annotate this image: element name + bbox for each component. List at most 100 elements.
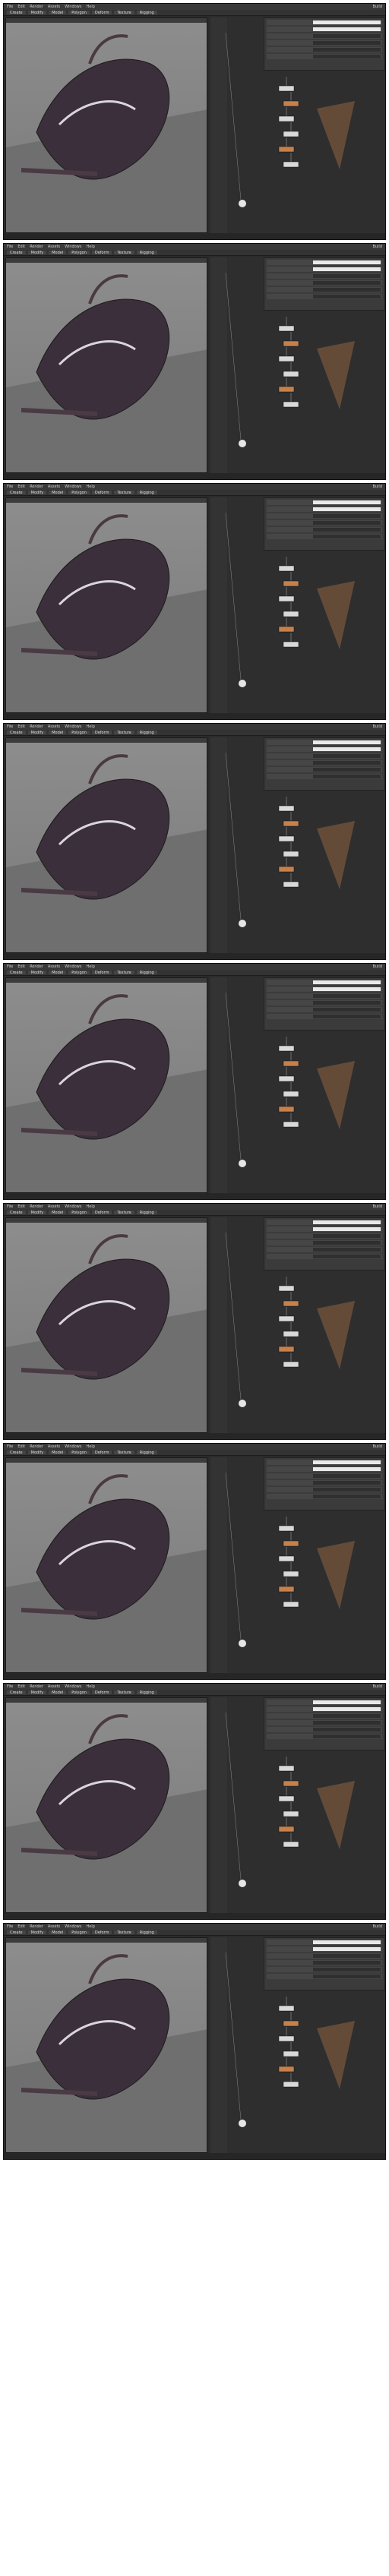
- network-node[interactable]: [278, 1586, 295, 1593]
- menu-item-edit[interactable]: Edit: [17, 1924, 25, 1929]
- parameter-field[interactable]: [312, 1735, 381, 1738]
- menu-item-windows[interactable]: Windows: [65, 964, 81, 969]
- menu-item-help[interactable]: Help: [86, 964, 94, 969]
- shelf-tab-texture[interactable]: Texture: [114, 731, 134, 735]
- parameter-row[interactable]: [267, 1247, 382, 1252]
- menu-item-assets[interactable]: Assets: [48, 964, 60, 969]
- shelf-tab-modify[interactable]: Modify: [27, 1690, 47, 1695]
- desktop-selector[interactable]: Build: [372, 1204, 382, 1209]
- shelf-tab-create[interactable]: Create: [7, 731, 26, 735]
- network-node[interactable]: [283, 100, 299, 107]
- parameter-field[interactable]: [312, 1255, 381, 1258]
- parameter-row[interactable]: [267, 774, 382, 779]
- shelf-tab-rigging[interactable]: Rigging: [136, 11, 157, 15]
- parameter-field[interactable]: [312, 1721, 381, 1725]
- shelf-tab-create[interactable]: Create: [7, 11, 26, 15]
- shelf-tab-modify[interactable]: Modify: [27, 731, 47, 735]
- desktop-selector[interactable]: Build: [372, 5, 382, 9]
- desktop-selector[interactable]: Build: [372, 1444, 382, 1449]
- network-node[interactable]: [278, 85, 295, 92]
- parameter-row[interactable]: [267, 1473, 382, 1479]
- parameter-field[interactable]: [312, 768, 381, 772]
- network-node[interactable]: [283, 820, 299, 827]
- parameter-field[interactable]: [312, 1940, 381, 1944]
- network-node[interactable]: [278, 595, 295, 602]
- parameter-field[interactable]: [312, 1001, 381, 1005]
- shelf-tab-polygon[interactable]: Polygon: [68, 1930, 90, 1935]
- parameter-row[interactable]: [267, 1713, 382, 1719]
- parameter-row[interactable]: [267, 260, 382, 265]
- parameter-row[interactable]: [267, 500, 382, 505]
- parameter-field[interactable]: [312, 1947, 381, 1951]
- parameter-row[interactable]: [267, 513, 382, 519]
- shelf-tab-deform[interactable]: Deform: [91, 11, 112, 15]
- parameter-field[interactable]: [312, 48, 381, 52]
- parameter-row[interactable]: [267, 1720, 382, 1725]
- menu-item-assets[interactable]: Assets: [48, 1444, 60, 1449]
- desktop-selector[interactable]: Build: [372, 964, 382, 969]
- shelf-tab-create[interactable]: Create: [7, 251, 26, 255]
- shelf-tab-polygon[interactable]: Polygon: [68, 1451, 90, 1455]
- menu-item-edit[interactable]: Edit: [17, 964, 25, 969]
- parameter-row[interactable]: [267, 534, 382, 539]
- menu-item-edit[interactable]: Edit: [17, 1204, 25, 1209]
- menu-item-file[interactable]: File: [7, 1204, 13, 1209]
- parameter-field[interactable]: [312, 1220, 381, 1224]
- shelf-tab-create[interactable]: Create: [7, 1930, 26, 1935]
- shelf-tab-texture[interactable]: Texture: [114, 491, 134, 495]
- menu-item-assets[interactable]: Assets: [48, 5, 60, 9]
- menu-item-edit[interactable]: Edit: [17, 1444, 25, 1449]
- parameter-field[interactable]: [312, 994, 381, 998]
- shelf-tab-modify[interactable]: Modify: [27, 1211, 47, 1215]
- network-node[interactable]: [283, 1121, 299, 1128]
- network-node[interactable]: [278, 1346, 295, 1353]
- menu-item-windows[interactable]: Windows: [65, 724, 81, 729]
- parameter-row[interactable]: [267, 1466, 382, 1472]
- parameter-field[interactable]: [312, 1241, 381, 1245]
- menu-item-file[interactable]: File: [7, 724, 13, 729]
- network-node[interactable]: [283, 1300, 299, 1307]
- menu-item-help[interactable]: Help: [86, 1444, 94, 1449]
- parameter-row[interactable]: [267, 1000, 382, 1005]
- shelf-tab-polygon[interactable]: Polygon: [68, 11, 90, 15]
- parameter-field[interactable]: [312, 535, 381, 538]
- shelf-tab-model[interactable]: Model: [49, 1211, 67, 1215]
- menu-item-windows[interactable]: Windows: [65, 1204, 81, 1209]
- scene-viewport[interactable]: [5, 737, 207, 953]
- parameter-field[interactable]: [312, 1961, 381, 1965]
- scene-viewport[interactable]: [5, 977, 207, 1193]
- shelf-tab-rigging[interactable]: Rigging: [136, 491, 157, 495]
- network-node[interactable]: [278, 2005, 295, 2012]
- parameter-row[interactable]: [267, 33, 382, 39]
- network-node[interactable]: [283, 1091, 299, 1097]
- parameter-row[interactable]: [267, 1233, 382, 1239]
- network-node[interactable]: [278, 115, 295, 122]
- shelf-tab-rigging[interactable]: Rigging: [136, 971, 157, 975]
- parameter-row[interactable]: [267, 1967, 382, 1972]
- network-node[interactable]: [283, 1571, 299, 1577]
- parameter-row[interactable]: [267, 294, 382, 299]
- parameter-field[interactable]: [312, 775, 381, 778]
- shelf-tab-deform[interactable]: Deform: [91, 1451, 112, 1455]
- network-node[interactable]: [278, 1045, 295, 1052]
- network-node[interactable]: [278, 325, 295, 332]
- shelf-tab-texture[interactable]: Texture: [114, 971, 134, 975]
- parameter-field[interactable]: [312, 747, 381, 751]
- desktop-selector[interactable]: Build: [372, 245, 382, 249]
- parameter-row[interactable]: [267, 993, 382, 999]
- network-node[interactable]: [283, 641, 299, 648]
- network-node[interactable]: [278, 1075, 295, 1082]
- menu-item-help[interactable]: Help: [86, 1204, 94, 1209]
- output-node[interactable]: [239, 680, 246, 687]
- parameter-row[interactable]: [267, 1460, 382, 1465]
- parameter-row[interactable]: [267, 1734, 382, 1739]
- parameter-row[interactable]: [267, 1226, 382, 1232]
- parameter-field[interactable]: [312, 1008, 381, 1012]
- parameter-field[interactable]: [312, 281, 381, 285]
- parameter-row[interactable]: [267, 1706, 382, 1712]
- parameter-row[interactable]: [267, 1946, 382, 1952]
- shelf-tab-deform[interactable]: Deform: [91, 491, 112, 495]
- parameter-field[interactable]: [312, 267, 381, 271]
- scene-viewport[interactable]: [5, 1697, 207, 1913]
- menu-item-windows[interactable]: Windows: [65, 245, 81, 249]
